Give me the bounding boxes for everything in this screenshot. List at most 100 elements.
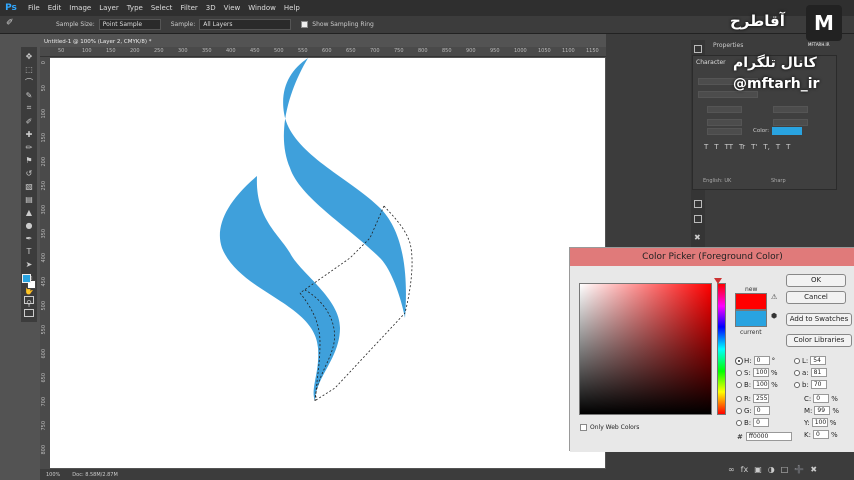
- eraser-tool-icon[interactable]: ▧: [24, 180, 35, 192]
- sampling-ring-checkbox[interactable]: [301, 21, 309, 28]
- not-web-safe-icon[interactable]: ⬢: [771, 312, 777, 320]
- eyedropper-icon[interactable]: ✐: [6, 18, 14, 28]
- lasso-tool-icon[interactable]: ⌒: [24, 76, 35, 88]
- color-libraries-button[interactable]: Color Libraries: [786, 334, 852, 347]
- doc-info[interactable]: Doc: 8.58M/2.87M: [72, 472, 118, 478]
- black-input[interactable]: 0: [812, 430, 829, 439]
- adjustment-layer-icon[interactable]: ◑: [768, 465, 775, 474]
- cancel-button[interactable]: Cancel: [786, 291, 846, 304]
- blue-input[interactable]: 0: [753, 418, 770, 427]
- leading-field[interactable]: [773, 106, 808, 113]
- faux-italic-button[interactable]: T: [714, 143, 718, 151]
- paragraph-panel-icon[interactable]: [694, 215, 702, 223]
- green-radio[interactable]: [736, 407, 742, 414]
- yellow-input[interactable]: 100: [811, 418, 828, 427]
- sample-select[interactable]: All Layers: [199, 19, 292, 30]
- quick-mask-icon[interactable]: [24, 296, 34, 304]
- saturation-input[interactable]: 100: [752, 368, 769, 377]
- text-color-swatch[interactable]: [772, 127, 802, 135]
- all-caps-button[interactable]: TT: [725, 143, 733, 151]
- character-panel-icon[interactable]: [694, 200, 702, 208]
- font-style-field[interactable]: [698, 91, 758, 98]
- sample-size-select[interactable]: Point Sample: [98, 19, 161, 30]
- hex-input[interactable]: ff0000: [745, 432, 792, 441]
- language-select[interactable]: English: UK: [703, 178, 731, 184]
- eyedropper-tool-icon[interactable]: ✐: [24, 115, 35, 127]
- menu-layer[interactable]: Layer: [95, 4, 123, 12]
- zoom-level[interactable]: 100%: [46, 472, 60, 478]
- menu-view[interactable]: View: [220, 4, 245, 12]
- underline-button[interactable]: T: [776, 143, 780, 151]
- tools-preset-icon[interactable]: ✖: [694, 233, 701, 242]
- hue-slider-handle[interactable]: [714, 278, 722, 284]
- lab-l-radio[interactable]: [794, 357, 800, 364]
- font-size-field[interactable]: [707, 106, 742, 113]
- healing-tool-icon[interactable]: ✚: [24, 128, 35, 140]
- pen-tool-icon[interactable]: ✒: [24, 232, 35, 244]
- blur-tool-icon[interactable]: ▲: [24, 206, 35, 218]
- lab-a-radio[interactable]: [794, 369, 800, 376]
- red-input[interactable]: 255: [753, 394, 770, 403]
- hue-radio[interactable]: [736, 357, 742, 364]
- subscript-button[interactable]: T,: [763, 143, 770, 151]
- quick-select-tool-icon[interactable]: ✎: [24, 89, 35, 101]
- small-caps-button[interactable]: Tr: [739, 143, 745, 151]
- screen-mode-icon[interactable]: [24, 309, 34, 317]
- document-tab[interactable]: Untitled-1 @ 100% (Layer 2, CMYK/8) *: [40, 37, 160, 47]
- red-radio[interactable]: [736, 395, 742, 402]
- saturation-radio[interactable]: [736, 369, 742, 376]
- kerning-field[interactable]: [707, 119, 742, 126]
- brightness-radio[interactable]: [736, 381, 742, 388]
- properties-tab[interactable]: Properties: [713, 42, 743, 49]
- hue-input[interactable]: 0: [753, 356, 770, 365]
- only-web-colors-checkbox[interactable]: [580, 424, 587, 431]
- tracking-field[interactable]: [773, 119, 808, 126]
- menu-window[interactable]: Window: [244, 4, 280, 12]
- marquee-tool-icon[interactable]: ⬚: [24, 63, 35, 75]
- dodge-tool-icon[interactable]: ●: [24, 219, 35, 231]
- new-layer-icon[interactable]: ➕: [794, 465, 804, 474]
- path-select-tool-icon[interactable]: ➤: [24, 258, 35, 270]
- lab-b-radio[interactable]: [794, 381, 800, 388]
- cyan-input[interactable]: 0: [813, 394, 830, 403]
- menu-file[interactable]: File: [24, 4, 44, 12]
- history-panel-icon[interactable]: [694, 45, 702, 53]
- faux-bold-button[interactable]: T: [704, 143, 708, 151]
- hue-slider[interactable]: [717, 283, 726, 415]
- character-tab[interactable]: Character: [696, 59, 726, 66]
- current-color-swatch[interactable]: [735, 310, 767, 327]
- fx-icon[interactable]: fx: [741, 465, 749, 474]
- trash-icon[interactable]: ✖: [810, 465, 817, 474]
- stamp-tool-icon[interactable]: ⚑: [24, 154, 35, 166]
- type-tool-icon[interactable]: T: [24, 245, 35, 257]
- document-canvas[interactable]: [50, 58, 605, 468]
- add-to-swatches-button[interactable]: Add to Swatches: [786, 313, 852, 326]
- saturation-brightness-field[interactable]: [579, 283, 712, 415]
- menu-type[interactable]: Type: [123, 4, 147, 12]
- move-tool-icon[interactable]: ✥: [24, 50, 35, 62]
- menu-edit[interactable]: Edit: [44, 4, 66, 12]
- lab-a-input[interactable]: 81: [810, 368, 827, 377]
- add-mask-icon[interactable]: ▣: [754, 465, 762, 474]
- crop-tool-icon[interactable]: ⌗: [24, 102, 35, 114]
- magenta-input[interactable]: 99: [814, 406, 831, 415]
- color-picker-title[interactable]: Color Picker (Foreground Color): [570, 248, 854, 266]
- menu-3d[interactable]: 3D: [202, 4, 220, 12]
- blue-radio[interactable]: [736, 419, 742, 426]
- gradient-tool-icon[interactable]: ▤: [24, 193, 35, 205]
- menu-filter[interactable]: Filter: [176, 4, 201, 12]
- vertical-scale-field[interactable]: [707, 128, 742, 135]
- foreground-color-swatch[interactable]: [22, 274, 31, 283]
- brush-tool-icon[interactable]: ✏: [24, 141, 35, 153]
- menu-help[interactable]: Help: [280, 4, 304, 12]
- strikethrough-button[interactable]: T: [786, 143, 790, 151]
- lab-b-input[interactable]: 70: [810, 380, 827, 389]
- superscript-button[interactable]: T': [751, 143, 757, 151]
- ok-button[interactable]: OK: [786, 274, 846, 287]
- new-group-icon[interactable]: □: [781, 465, 789, 474]
- brightness-input[interactable]: 100: [753, 380, 770, 389]
- lab-l-input[interactable]: 54: [810, 356, 827, 365]
- menu-select[interactable]: Select: [147, 4, 177, 12]
- antialias-select[interactable]: Sharp: [771, 178, 786, 184]
- green-input[interactable]: 0: [753, 406, 770, 415]
